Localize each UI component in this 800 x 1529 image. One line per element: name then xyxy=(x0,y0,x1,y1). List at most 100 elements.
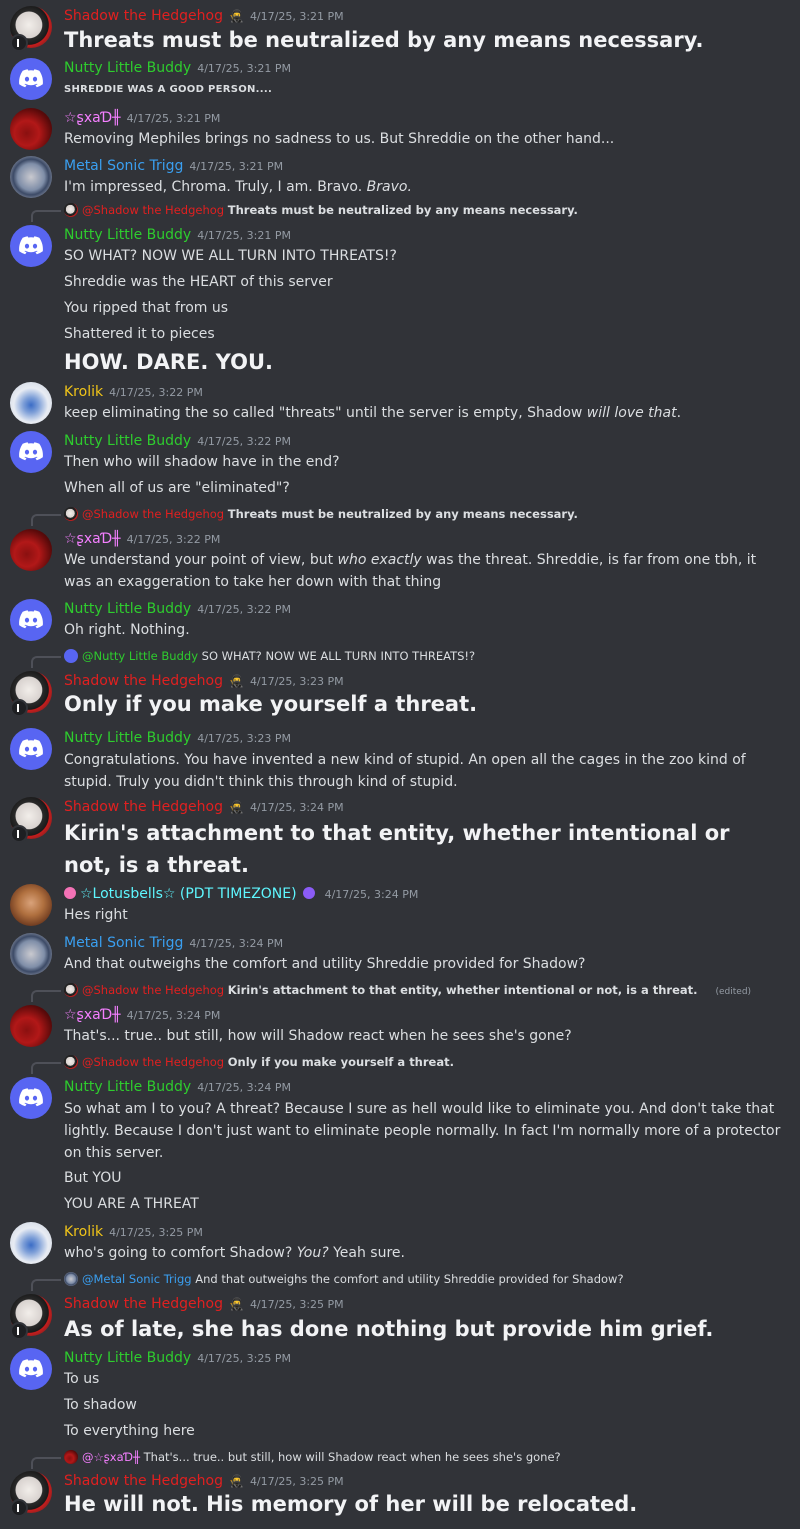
author-name[interactable]: Nutty Little Buddy 4/17/25, 3:23 PM xyxy=(64,730,291,746)
avatar[interactable] xyxy=(10,431,52,473)
author-label[interactable]: ☆ʂxaƊ╫ xyxy=(64,1007,121,1023)
message-text: HOW. DARE. YOU. xyxy=(64,350,273,374)
message-text: To us xyxy=(64,1371,100,1387)
reply-preview[interactable]: @Nutty Little Buddy SO WHAT? NOW WE ALL … xyxy=(64,649,475,663)
role-icon: 🥷 xyxy=(228,674,244,688)
avatar[interactable] xyxy=(10,933,52,975)
reply-avatar xyxy=(64,203,78,217)
author-label[interactable]: Nutty Little Buddy xyxy=(64,60,191,76)
reply-preview[interactable]: @Shadow the Hedgehog Threats must be neu… xyxy=(64,203,578,217)
author-label[interactable]: Nutty Little Buddy xyxy=(64,1079,191,1095)
author-name[interactable]: Shadow the Hedgehog 🥷 4/17/25, 3:21 PM xyxy=(64,8,344,24)
author-label[interactable]: ☆Lotusbells☆ (PDT TIMEZONE) xyxy=(80,886,297,902)
author-name[interactable]: ☆ʂxaƊ╫ 4/17/25, 3:24 PM xyxy=(64,1007,220,1023)
avatar[interactable] xyxy=(10,1005,52,1047)
author-label[interactable]: Shadow the Hedgehog xyxy=(64,799,223,815)
avatar[interactable] xyxy=(10,382,52,424)
author-name[interactable]: Krolik 4/17/25, 3:22 PM xyxy=(64,384,203,400)
avatar[interactable] xyxy=(10,225,52,267)
message-text: Shattered it to pieces xyxy=(64,326,215,342)
avatar[interactable] xyxy=(10,108,52,150)
avatar[interactable] xyxy=(10,884,52,926)
author-label[interactable]: ☆ʂxaƊ╫ xyxy=(64,531,121,547)
reply-mention[interactable]: @Shadow the Hedgehog xyxy=(82,983,224,997)
timestamp: 4/17/25, 3:23 PM xyxy=(249,675,344,688)
role-icon: 🥷 xyxy=(228,800,244,814)
author-label[interactable]: Shadow the Hedgehog xyxy=(64,8,223,24)
reply-mention[interactable]: @☆ʂxaƊ╫ xyxy=(82,1450,140,1464)
author-label[interactable]: Krolik xyxy=(64,384,103,400)
message-text: YOU ARE A THREAT xyxy=(64,1196,199,1212)
reply-preview[interactable]: @Shadow the Hedgehog Only if you make yo… xyxy=(64,1055,454,1069)
reply-avatar xyxy=(64,1272,78,1286)
message-text-italic: You? xyxy=(296,1245,329,1261)
author-name[interactable]: ☆ʂxaƊ╫ 4/17/25, 3:22 PM xyxy=(64,531,220,547)
author-label[interactable]: Shadow the Hedgehog xyxy=(64,1296,223,1312)
author-name[interactable]: Krolik 4/17/25, 3:25 PM xyxy=(64,1224,203,1240)
author-label[interactable]: ☆ʂxaƊ╫ xyxy=(64,110,121,126)
reply-preview[interactable]: @Shadow the Hedgehog Kirin's attachment … xyxy=(64,983,751,997)
message-text: Only if you make yourself a threat. xyxy=(64,692,478,716)
avatar[interactable] xyxy=(10,728,52,770)
message-text: To everything here xyxy=(64,1423,195,1439)
status-badge xyxy=(10,1322,28,1340)
message-text: When all of us are "eliminated"? xyxy=(64,480,290,496)
reply-preview[interactable]: @Metal Sonic Trigg And that outweighs th… xyxy=(64,1272,624,1286)
reply-mention[interactable]: @Shadow the Hedgehog xyxy=(82,507,224,521)
message-text-italic: Bravo. xyxy=(366,179,412,195)
reply-avatar xyxy=(64,649,78,663)
author-label[interactable]: Nutty Little Buddy xyxy=(64,433,191,449)
author-name[interactable]: Nutty Little Buddy 4/17/25, 3:21 PM xyxy=(64,60,291,76)
author-name[interactable]: Nutty Little Buddy 4/17/25, 3:22 PM xyxy=(64,433,291,449)
flower-icon xyxy=(64,887,76,899)
timestamp: 4/17/25, 3:21 PM xyxy=(197,229,291,242)
author-label[interactable]: Shadow the Hedgehog xyxy=(64,673,223,689)
author-name[interactable]: ☆ʂxaƊ╫ 4/17/25, 3:21 PM xyxy=(64,110,220,126)
author-label[interactable]: Nutty Little Buddy xyxy=(64,730,191,746)
status-badge xyxy=(10,825,28,843)
author-label[interactable]: Shadow the Hedgehog xyxy=(64,1473,223,1489)
timestamp: 4/17/25, 3:24 PM xyxy=(249,801,344,814)
author-name[interactable]: Shadow the Hedgehog 🥷 4/17/25, 3:25 PM xyxy=(64,1473,344,1489)
avatar[interactable] xyxy=(10,599,52,641)
reply-text: Threats must be neutralized by any means… xyxy=(227,507,578,521)
avatar[interactable] xyxy=(10,1348,52,1390)
avatar[interactable] xyxy=(10,58,52,100)
timestamp: 4/17/25, 3:23 PM xyxy=(197,732,291,745)
author-name[interactable]: Shadow the Hedgehog 🥷 4/17/25, 3:25 PM xyxy=(64,1296,344,1312)
avatar[interactable] xyxy=(10,1222,52,1264)
author-label[interactable]: Metal Sonic Trigg xyxy=(64,158,183,174)
author-name[interactable]: Shadow the Hedgehog 🥷 4/17/25, 3:24 PM xyxy=(64,799,344,815)
avatar[interactable] xyxy=(10,156,52,198)
avatar[interactable] xyxy=(10,529,52,571)
author-label[interactable]: Metal Sonic Trigg xyxy=(64,935,183,951)
reply-preview[interactable]: @Shadow the Hedgehog Threats must be neu… xyxy=(64,507,578,521)
author-name[interactable]: Shadow the Hedgehog 🥷 4/17/25, 3:23 PM xyxy=(64,673,344,689)
author-name[interactable]: Metal Sonic Trigg 4/17/25, 3:21 PM xyxy=(64,158,283,174)
reply-mention[interactable]: @Metal Sonic Trigg xyxy=(82,1272,192,1286)
reply-preview[interactable]: @☆ʂxaƊ╫ That's... true.. but still, how … xyxy=(64,1450,561,1464)
author-name[interactable]: ☆Lotusbells☆ (PDT TIMEZONE) 4/17/25, 3:24… xyxy=(64,886,418,902)
timestamp: 4/17/25, 3:25 PM xyxy=(109,1226,203,1239)
author-label[interactable]: Krolik xyxy=(64,1224,103,1240)
timestamp: 4/17/25, 3:24 PM xyxy=(197,1081,291,1094)
timestamp: 4/17/25, 3:22 PM xyxy=(109,386,203,399)
author-name[interactable]: Nutty Little Buddy 4/17/25, 3:21 PM xyxy=(64,227,291,243)
message-text: Oh right. Nothing. xyxy=(64,622,190,638)
avatar[interactable] xyxy=(10,1077,52,1119)
message-text: Shreddie was the HEART of this server xyxy=(64,274,333,290)
author-label[interactable]: Nutty Little Buddy xyxy=(64,1350,191,1366)
reply-mention[interactable]: @Shadow the Hedgehog xyxy=(82,1055,224,1069)
author-name[interactable]: Nutty Little Buddy 4/17/25, 3:25 PM xyxy=(64,1350,291,1366)
author-name[interactable]: Metal Sonic Trigg 4/17/25, 3:24 PM xyxy=(64,935,283,951)
message-text: As of late, she has done nothing but pro… xyxy=(64,1317,714,1341)
timestamp: 4/17/25, 3:24 PM xyxy=(324,888,419,901)
author-name[interactable]: Nutty Little Buddy 4/17/25, 3:22 PM xyxy=(64,601,291,617)
message-text-part: I'm impressed, Chroma. Truly, I am. Brav… xyxy=(64,179,367,195)
author-label[interactable]: Nutty Little Buddy xyxy=(64,601,191,617)
reply-mention[interactable]: @Nutty Little Buddy xyxy=(82,649,198,663)
author-label[interactable]: Nutty Little Buddy xyxy=(64,227,191,243)
author-name[interactable]: Nutty Little Buddy 4/17/25, 3:24 PM xyxy=(64,1079,291,1095)
reply-mention[interactable]: @Shadow the Hedgehog xyxy=(82,203,224,217)
discord-logo-icon xyxy=(19,442,43,461)
